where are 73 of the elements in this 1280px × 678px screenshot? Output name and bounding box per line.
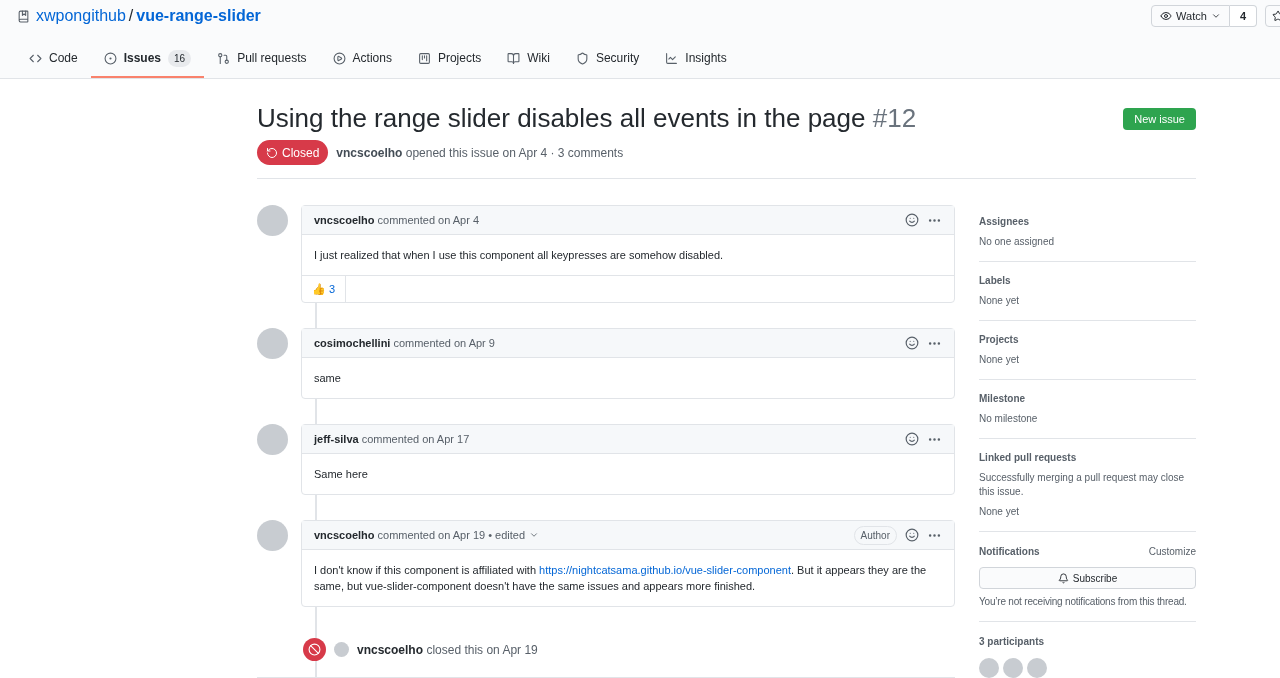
path-separator: / (128, 6, 134, 26)
graph-icon (665, 51, 679, 65)
user-avatar (257, 328, 288, 359)
emoji-icon[interactable] (905, 432, 919, 446)
watch-count[interactable]: 4 (1229, 5, 1257, 27)
eye-icon (1160, 10, 1173, 22)
owner-link[interactable]: xwpongithub (36, 4, 126, 28)
user-avatar (257, 520, 288, 551)
repo-tab[interactable]: Actions (319, 40, 405, 78)
sidebar-heading: Projects (979, 333, 1020, 347)
user-avatar (257, 205, 288, 236)
sidebar-text: None yet (979, 353, 1021, 367)
comment-body: Same here (313, 467, 369, 482)
subscribe-button[interactable]: Subscribe (979, 567, 1196, 589)
notification-note: You’re not receiving notifications from this thread. (979, 595, 1188, 609)
sidebar-heading: Labels (979, 274, 1012, 288)
issue-title: Using the range slider disables all events in the page #12 (257, 102, 917, 135)
comment-author[interactable]: vncscoelho (314, 526, 375, 544)
sidebar-heading: 3 participants (979, 635, 1046, 649)
comment-author[interactable]: jeff-silva (314, 430, 359, 448)
sidebar-heading: Assignees (979, 215, 1031, 229)
user-avatar (257, 424, 288, 455)
caret-icon[interactable] (529, 530, 540, 540)
play-icon (332, 51, 346, 65)
repo-tab[interactable]: Security (562, 40, 653, 78)
shield-icon (575, 51, 589, 65)
repo-icon (17, 9, 30, 23)
issue-meta: vncscoelho opened this issue on Apr 4 · 3 comments (336, 144, 624, 162)
bell-icon (1057, 572, 1069, 584)
comment-meta: commented on Apr 19 • edited (377, 527, 526, 543)
comment-meta: commented on Apr 17 (361, 431, 470, 447)
repo-tab[interactable]: Wiki (494, 40, 563, 78)
comment-author[interactable]: cosimochellini (314, 334, 391, 352)
book-icon (507, 51, 521, 65)
sidebar-text: None yet (979, 294, 1021, 308)
comment-body: I just realized that when I use this component all keypresses are somehow disabled. (313, 248, 725, 263)
sidebar-text: No milestone (979, 412, 1039, 426)
participant-avatar (979, 658, 999, 678)
comment-body: I don't know if this component is affiliated with https://nightcatsama.github.io/vue-slider-component. But it appears they are the same, but vue-slider-component doesn't have the same issues and appears more finished. (313, 563, 928, 594)
customize-link[interactable]: Customize (1148, 544, 1196, 559)
sidebar-text: None yet (979, 505, 1021, 519)
sidebar-text: No one assigned (979, 235, 1056, 249)
participant-avatar (1003, 658, 1023, 678)
watch-button[interactable]: Watch (1151, 5, 1230, 27)
emoji-icon[interactable] (905, 213, 919, 227)
sidebar-heading: Notifications (979, 545, 1040, 559)
closed-state-badge: Closed (257, 140, 329, 165)
repo-tab[interactable]: Insights (652, 40, 740, 78)
repo-tab[interactable]: Projects (404, 40, 495, 78)
pull-request-icon (217, 51, 231, 65)
closed-event-icon (303, 638, 326, 661)
reaction-button[interactable]: 👍 3 (302, 276, 347, 302)
issue-count: 16 (168, 49, 192, 67)
emoji-icon[interactable] (905, 336, 919, 350)
sidebar-text: Successfully merging a pull request may close this issue. (979, 471, 1186, 499)
caret-icon (1210, 11, 1221, 21)
comment-meta: commented on Apr 9 (393, 335, 495, 351)
repo-tab[interactable]: Issues 16 (90, 40, 205, 78)
emoji-icon[interactable] (905, 528, 919, 542)
board-icon (417, 51, 431, 65)
comment-author[interactable]: vncscoelho (314, 211, 375, 229)
sidebar-heading: Milestone (979, 392, 1027, 406)
repo-tab[interactable]: Pull requests (204, 40, 320, 78)
user-avatar (334, 642, 349, 657)
sidebar-heading: Linked pull requests (979, 451, 1078, 465)
comment-meta: commented on Apr 4 (377, 212, 480, 228)
event-text: vncscoelho closed this on Apr 19 (357, 641, 538, 659)
repo-link[interactable]: vue-range-slider (136, 4, 261, 28)
issue-icon (103, 51, 117, 65)
comment-link[interactable]: https://nightcatsama.github.io/vue-slider-component (539, 564, 791, 576)
participant-avatar (1027, 658, 1047, 678)
comment-body: same (313, 371, 342, 386)
repo-tab[interactable]: Code (16, 40, 91, 78)
